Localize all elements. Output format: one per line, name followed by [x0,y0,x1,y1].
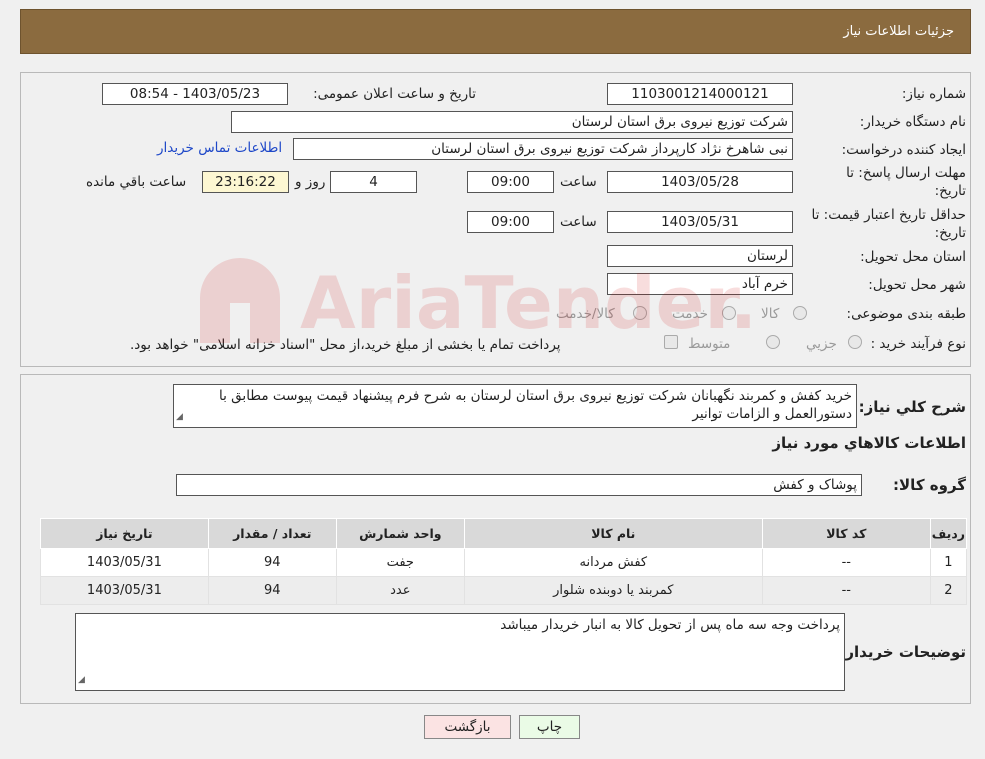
col-name: نام کالا [463,518,763,549]
table-row: 1 -- کفش مردانه جفت 94 1403/05/31 [40,548,968,577]
description-label: شرح کلي نياز: [858,398,966,416]
buyer-org-label: نام دستگاه خریدار: [859,114,966,130]
col-qty: تعداد / مقدار [207,518,337,549]
cell-unit: عدد [335,576,465,605]
resize-grip-icon[interactable]: ◢ [78,671,85,689]
deadline-label-line1: مهلت ارسال پاسخ: تا [846,165,966,181]
back-button[interactable]: بازگشت [424,715,511,739]
creator-value: نبی شاهرخ نژاد کارپرداز شرکت توزیع نیروی… [293,138,793,160]
goods-table-header: ردیف کد کالا نام کالا واحد شمارش تعداد /… [40,518,968,549]
creator-label: ایجاد کننده درخواست: [841,142,966,158]
announce-value: 1403/05/23 - 08:54 [102,83,288,105]
cell-row: 2 [929,576,968,605]
buyer-notes-content: پرداخت وجه سه ماه پس از تحویل کالا به ان… [500,617,840,633]
validity-time-label: ساعت [560,214,597,230]
description-text: خرید کفش و کمربند نگهبانان شرکت توزیع نی… [173,384,857,428]
announce-label: تاریخ و ساعت اعلان عمومی: [313,86,476,102]
category-radio-goods-service[interactable] [633,306,647,320]
need-number-label: شماره نیاز: [901,86,966,102]
col-row: ردیف [929,518,968,549]
process-radio-medium[interactable] [766,335,780,349]
category-label: طبقه بندی موضوعی: [846,306,966,322]
days-label: روز و [295,174,326,190]
province-value: لرستان [607,245,793,267]
buyer-contact-link[interactable]: اطلاعات تماس خریدار [157,140,282,156]
remaining-time: 23:16:22 [202,171,289,193]
col-date: تاریخ نیاز [40,518,209,549]
validity-label-line2: تاریخ: [934,225,966,241]
category-radio-goods[interactable] [793,306,807,320]
cell-name: کمربند یا دوبنده شلوار [463,576,763,605]
remaining-label: ساعت باقي مانده [86,174,187,190]
goods-group-label: گروه کالا: [893,476,966,494]
page-header: جزئیات اطلاعات نیاز [20,9,971,54]
category-label-goods: کالا [761,306,780,322]
deadline-time-label: ساعت [560,174,597,190]
col-unit: واحد شمارش [335,518,465,549]
deadline-label-line2: تاریخ: [934,183,966,199]
days-remaining: 4 [330,171,417,193]
goods-section-title: اطلاعات کالاهاي مورد نياز [772,434,966,452]
goods-group-value: پوشاک و کفش [176,474,862,496]
cell-code: -- [761,576,931,605]
city-value: خرم آباد [607,273,793,295]
city-label: شهر محل تحویل: [868,277,966,293]
cell-name: کفش مردانه [463,548,763,577]
cell-unit: جفت [335,548,465,577]
resize-grip-icon[interactable]: ◢ [176,408,183,426]
process-radio-minor[interactable] [848,335,862,349]
cell-code: -- [761,548,931,577]
cell-date: 1403/05/31 [40,576,209,605]
validity-date: 1403/05/31 [607,211,793,233]
need-number-value: 1103001214000121 [607,83,793,105]
province-label: استان محل تحویل: [860,249,966,265]
col-code: کد کالا [761,518,931,549]
category-label-service: خدمت [672,306,708,322]
validity-label-line1: حداقل تاریخ اعتبار قیمت: تا [811,207,966,223]
buyer-notes-label: توضیحات خریدار: [839,643,966,661]
validity-time: 09:00 [467,211,554,233]
cell-row: 1 [929,548,968,577]
validity-label: حداقل تاریخ اعتبار قیمت: تا تاریخ: [812,206,966,242]
process-label-minor: جزیي [806,336,837,352]
page-title: جزئیات اطلاعات نیاز [843,24,954,39]
deadline-time: 09:00 [467,171,554,193]
payment-note: پرداخت تمام یا بخشی از مبلغ خرید،از محل … [130,337,561,353]
deadline-date: 1403/05/28 [607,171,793,193]
print-button[interactable]: چاپ [519,715,580,739]
deadline-label: مهلت ارسال پاسخ: تا تاریخ: [846,164,966,200]
table-row: 2 -- کمربند یا دوبنده شلوار عدد 94 1403/… [40,576,968,605]
description-text-content: خرید کفش و کمربند نگهبانان شرکت توزیع نی… [219,388,852,422]
cell-date: 1403/05/31 [40,548,209,577]
category-label-goods-service: کالا/خدمت [556,306,615,322]
goods-table: ردیف کد کالا نام کالا واحد شمارش تعداد /… [40,518,968,605]
cell-qty: 94 [207,576,337,605]
payment-checkbox[interactable] [664,335,678,349]
buyer-notes-text: پرداخت وجه سه ماه پس از تحویل کالا به ان… [75,613,845,691]
process-label-medium: متوسط [688,336,731,352]
cell-qty: 94 [207,548,337,577]
process-label: نوع فرآیند خرید : [870,336,966,352]
category-radio-service[interactable] [722,306,736,320]
buyer-org-value: شرکت توزیع نیروی برق استان لرستان [231,111,793,133]
